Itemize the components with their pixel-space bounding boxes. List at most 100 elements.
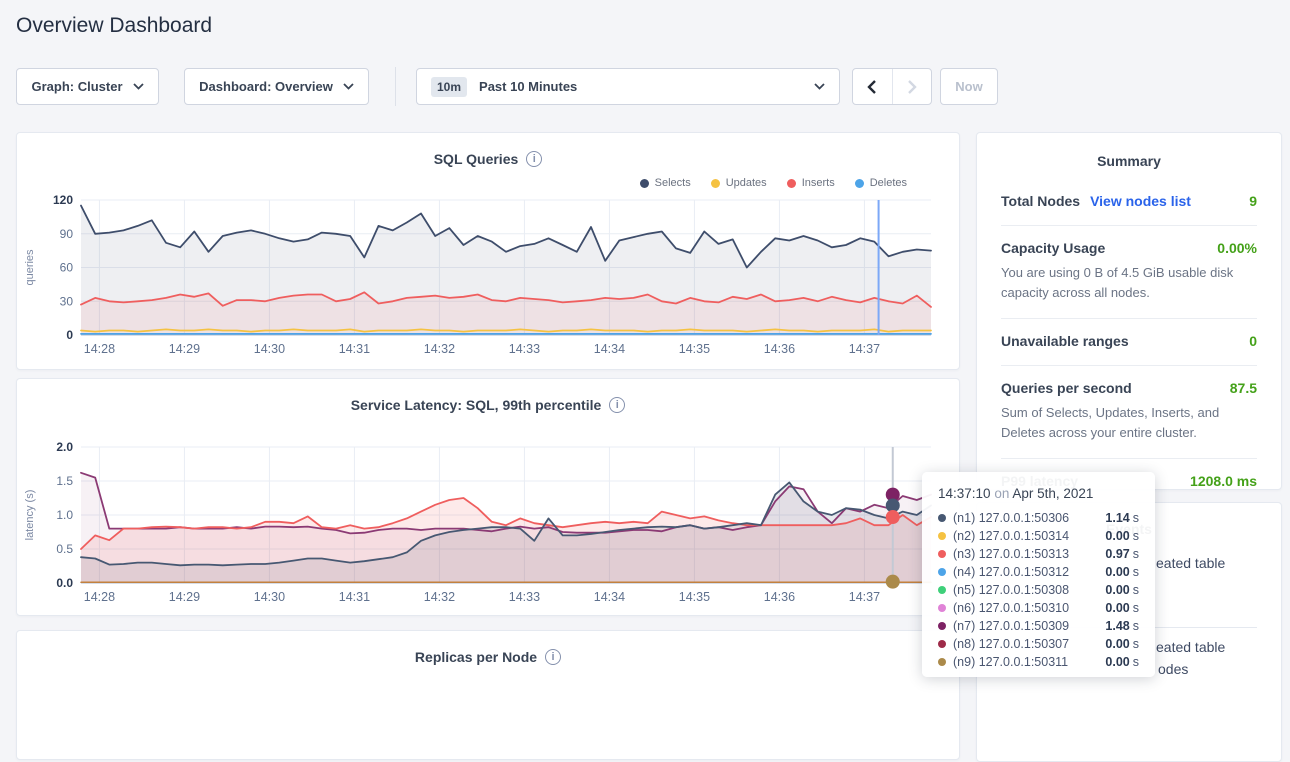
tooltip-node-label: (n3) 127.0.0.1:50313 — [953, 547, 1069, 561]
svg-text:14:32: 14:32 — [424, 590, 455, 604]
info-icon[interactable]: i — [526, 151, 542, 167]
tooltip-node-unit: s — [1133, 511, 1139, 525]
legend-item-updates[interactable]: Updates — [711, 177, 767, 189]
svg-text:0: 0 — [66, 328, 73, 342]
dashboard-dropdown-label: Dashboard: Overview — [199, 79, 333, 94]
qps-desc: Sum of Selects, Updates, Inserts, and De… — [1001, 403, 1257, 442]
svg-text:0.5: 0.5 — [56, 542, 73, 556]
legend-dot — [787, 179, 796, 188]
tooltip-row: (n3) 127.0.0.1:503130.97s — [938, 545, 1139, 563]
svg-text:14:35: 14:35 — [679, 342, 710, 356]
tooltip-row: (n6) 127.0.0.1:503100.00s — [938, 599, 1139, 617]
svg-text:90: 90 — [60, 227, 74, 241]
series-color-dot — [938, 586, 946, 594]
svg-text:14:30: 14:30 — [254, 590, 285, 604]
svg-text:14:29: 14:29 — [169, 342, 200, 356]
svg-text:60: 60 — [60, 261, 74, 275]
svg-text:14:33: 14:33 — [509, 342, 540, 356]
svg-text:0.0: 0.0 — [56, 576, 73, 590]
series-color-dot — [938, 532, 946, 540]
svg-text:30: 30 — [60, 294, 74, 308]
svg-text:120: 120 — [53, 193, 73, 207]
tooltip-node-label: (n7) 127.0.0.1:50309 — [953, 619, 1069, 633]
next-time-button[interactable] — [892, 69, 932, 104]
tooltip-node-value: 1.14s — [1105, 511, 1139, 525]
unavailable-ranges-label: Unavailable ranges — [1001, 333, 1129, 349]
tooltip-node-value: 0.00s — [1105, 655, 1139, 669]
qps-value: 87.5 — [1230, 380, 1257, 396]
tooltip-node-unit: s — [1133, 547, 1139, 561]
series-color-dot — [938, 550, 946, 558]
legend-item-selects[interactable]: Selects — [640, 177, 691, 189]
series-color-dot — [938, 622, 946, 630]
time-step-buttons — [852, 68, 932, 105]
tooltip-row: (n7) 127.0.0.1:50309 1.48s — [938, 617, 1139, 635]
qps-label: Queries per second — [1001, 380, 1132, 396]
event-row-fragment: eated table — [1156, 555, 1225, 571]
tooltip-node-value: 0.00s — [1105, 565, 1139, 579]
event-row-fragment: eated table — [1156, 639, 1225, 655]
chevron-down-icon — [343, 83, 354, 90]
tooltip-rows: (n1) 127.0.0.1:503061.14s(n2) 127.0.0.1:… — [938, 509, 1139, 671]
graph-dropdown[interactable]: Graph: Cluster — [16, 68, 159, 105]
sql-chart-legend: Selects Updates Inserts Deletes — [640, 177, 907, 189]
tooltip-row: (n5) 127.0.0.1:503080.00s — [938, 581, 1139, 599]
info-icon[interactable]: i — [609, 397, 625, 413]
sql-queries-title: SQL Queries — [434, 151, 519, 167]
legend-label: Deletes — [870, 177, 907, 189]
svg-text:queries: queries — [24, 249, 36, 286]
tooltip-node-unit: s — [1133, 583, 1139, 597]
replicas-per-node-title: Replicas per Node — [415, 649, 537, 665]
svg-text:14:36: 14:36 — [764, 590, 795, 604]
page-title: Overview Dashboard — [16, 14, 212, 38]
tooltip-node-label: (n8) 127.0.0.1:50307 — [953, 637, 1069, 651]
legend-dot — [640, 179, 649, 188]
tooltip-node-label: (n2) 127.0.0.1:50314 — [953, 529, 1069, 543]
tooltip-row: (n8) 127.0.0.1:50307 0.00s — [938, 635, 1139, 653]
svg-text:14:33: 14:33 — [509, 590, 540, 604]
tooltip-node-label: (n9) 127.0.0.1:50311 — [953, 655, 1068, 669]
svg-text:14:31: 14:31 — [339, 342, 370, 356]
time-range-selector[interactable]: 10m Past 10 Minutes — [416, 68, 840, 105]
tooltip-node-unit: s — [1133, 619, 1139, 633]
tooltip-row: (n4) 127.0.0.1:503120.00s — [938, 563, 1139, 581]
now-button[interactable]: Now — [940, 68, 998, 105]
svg-text:14:32: 14:32 — [424, 342, 455, 356]
sql-queries-chart[interactable]: 030609012014:2814:2914:3014:3114:3214:33… — [17, 191, 961, 363]
svg-text:14:28: 14:28 — [84, 342, 115, 356]
legend-label: Inserts — [802, 177, 835, 189]
svg-text:1.5: 1.5 — [56, 474, 73, 488]
prev-time-button[interactable] — [853, 69, 892, 104]
event-row-fragment: odes — [1158, 661, 1188, 677]
summary-row-qps: Queries per second 87.5 Sum of Selects, … — [1001, 365, 1257, 458]
total-nodes-value: 9 — [1249, 193, 1257, 209]
chevron-down-icon — [814, 83, 825, 90]
tooltip-node-unit: s — [1133, 529, 1139, 543]
replicas-per-node-card: Replicas per Node i — [16, 630, 960, 760]
tooltip-node-unit: s — [1133, 565, 1139, 579]
svg-text:14:34: 14:34 — [594, 590, 625, 604]
legend-item-deletes[interactable]: Deletes — [855, 177, 907, 189]
capacity-usage-label: Capacity Usage — [1001, 240, 1105, 256]
series-color-dot — [938, 640, 946, 648]
svg-text:14:31: 14:31 — [339, 590, 370, 604]
service-latency-chart[interactable]: 0.00.51.01.52.014:2814:2914:3014:3114:32… — [17, 437, 961, 609]
tooltip-node-value: 1.48s — [1105, 619, 1139, 633]
view-nodes-list-link[interactable]: View nodes list — [1090, 193, 1191, 209]
svg-text:14:28: 14:28 — [84, 590, 115, 604]
svg-text:2.0: 2.0 — [56, 440, 73, 454]
svg-text:14:37: 14:37 — [849, 342, 880, 356]
dashboard-dropdown[interactable]: Dashboard: Overview — [184, 68, 369, 105]
tooltip-timestamp: 14:37:10 on Apr 5th, 2021 — [938, 486, 1139, 501]
time-range-label: Past 10 Minutes — [479, 79, 577, 94]
tooltip-node-value: 0.00s — [1105, 637, 1139, 651]
svg-text:14:29: 14:29 — [169, 590, 200, 604]
service-latency-title: Service Latency: SQL, 99th percentile — [351, 397, 602, 413]
tooltip-node-value: 0.00s — [1105, 529, 1139, 543]
svg-text:14:37: 14:37 — [849, 590, 880, 604]
service-latency-card: Service Latency: SQL, 99th percentile i … — [16, 378, 960, 616]
tooltip-node-value: 0.00s — [1105, 583, 1139, 597]
toolbar-divider — [395, 67, 396, 106]
info-icon[interactable]: i — [545, 649, 561, 665]
legend-item-inserts[interactable]: Inserts — [787, 177, 835, 189]
